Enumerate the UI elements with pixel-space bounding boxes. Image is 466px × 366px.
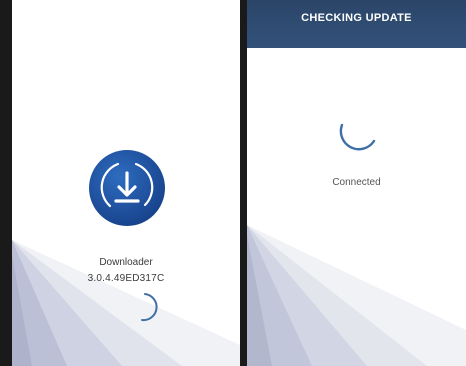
loading-spinner: [339, 123, 376, 151]
connection-status: Connected: [332, 177, 381, 188]
splash-screen: Downloader 3.0.4.49ED317C: [0, 0, 240, 366]
loading-spinner: [141, 293, 158, 322]
panel-divider: [240, 0, 247, 366]
checking-update-screen: CHECKING UPDATE Connected: [247, 0, 466, 366]
app-name: Downloader: [99, 257, 153, 268]
app-logo: [88, 149, 166, 227]
header-bar: CHECKING UPDATE: [247, 0, 466, 48]
app-version: 3.0.4.49ED317C: [87, 273, 165, 284]
header-title: CHECKING UPDATE: [301, 12, 412, 24]
download-icon: [89, 150, 165, 226]
